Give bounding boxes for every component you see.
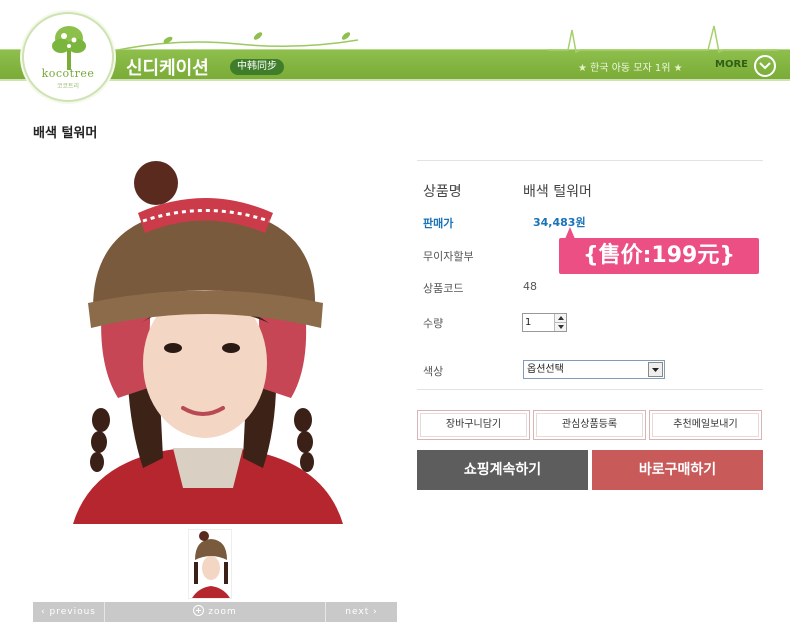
next-label: next xyxy=(345,607,370,617)
slogan-text: 한국 아동 모자 1위 xyxy=(590,63,671,74)
product-code-value: 48 xyxy=(523,280,537,293)
buy-now-button[interactable]: 바로구매하기 xyxy=(592,450,763,490)
logo-subtext: 코코트리 xyxy=(56,83,80,90)
product-thumbnail[interactable] xyxy=(188,529,232,599)
caret-down-icon xyxy=(652,367,659,372)
thumbnail-photo xyxy=(189,530,231,598)
zoom-label: zoom xyxy=(208,607,237,617)
chevron-down-icon xyxy=(759,62,771,70)
product-name-value: 배색 털워머 xyxy=(523,184,592,200)
color-select[interactable]: 옵션선택 xyxy=(523,360,665,379)
add-to-cart-button[interactable]: 장바구니담기 xyxy=(417,410,530,440)
brand-name: 신디케이션 xyxy=(126,58,209,79)
product-code-label: 상품코드 xyxy=(423,282,464,295)
vine-decoration xyxy=(118,32,358,51)
price-label: 판매가 xyxy=(423,217,454,230)
quantity-up-button[interactable] xyxy=(555,314,566,322)
select-arrow[interactable] xyxy=(648,362,663,377)
caret-down-icon xyxy=(557,325,564,329)
quantity-label: 수량 xyxy=(423,317,444,330)
add-to-wishlist-button[interactable]: 관심상품등록 xyxy=(533,410,646,440)
color-label: 색상 xyxy=(423,365,444,378)
logo-text: kocotree xyxy=(41,67,95,80)
logo[interactable]: kocotree 코코트리 xyxy=(22,12,114,102)
more-button[interactable] xyxy=(754,55,776,77)
color-selected-value: 옵션선택 xyxy=(527,364,564,375)
product-name-label: 상품명 xyxy=(423,184,462,200)
zoom-button[interactable]: zoom xyxy=(105,602,325,622)
recommend-email-button[interactable]: 추천메일보내기 xyxy=(649,410,762,440)
star-icon: ★ xyxy=(673,63,683,74)
continue-shopping-button[interactable]: 쇼핑계속하기 xyxy=(417,450,588,490)
tree-logo-icon xyxy=(52,26,86,70)
header-slogan: ★ 한국 아동 모자 1위 ★ xyxy=(578,59,683,74)
divider xyxy=(417,160,763,161)
price-callout-badge: {售价:199元} xyxy=(559,227,759,274)
quantity-stepper xyxy=(522,313,567,332)
pulse-decoration xyxy=(548,25,778,54)
site-header: kocotree 코코트리 신디케이션 中韩同步 ★ 한국 아동 모자 1위 ★… xyxy=(0,0,790,102)
zoom-icon xyxy=(193,605,205,616)
photo-navigation: ‹ previous zoom next › xyxy=(33,602,397,622)
brand-badge: 中韩同步 xyxy=(230,59,284,75)
price-value: 34,483원 xyxy=(533,216,586,229)
next-button[interactable]: next › xyxy=(325,602,397,622)
product-photo xyxy=(33,158,373,524)
divider xyxy=(417,389,763,390)
caret-up-icon xyxy=(557,316,564,320)
previous-button[interactable]: ‹ previous xyxy=(33,602,105,622)
quantity-input[interactable] xyxy=(523,314,554,331)
previous-label: previous xyxy=(49,607,96,617)
star-icon: ★ xyxy=(578,63,587,74)
page-title: 배색 털워머 xyxy=(33,126,98,141)
installment-label: 무이자할부 xyxy=(423,250,474,263)
more-link[interactable]: MORE xyxy=(715,59,748,70)
product-main-image[interactable] xyxy=(33,158,373,524)
quantity-down-button[interactable] xyxy=(555,322,566,331)
quantity-arrows xyxy=(554,314,566,331)
